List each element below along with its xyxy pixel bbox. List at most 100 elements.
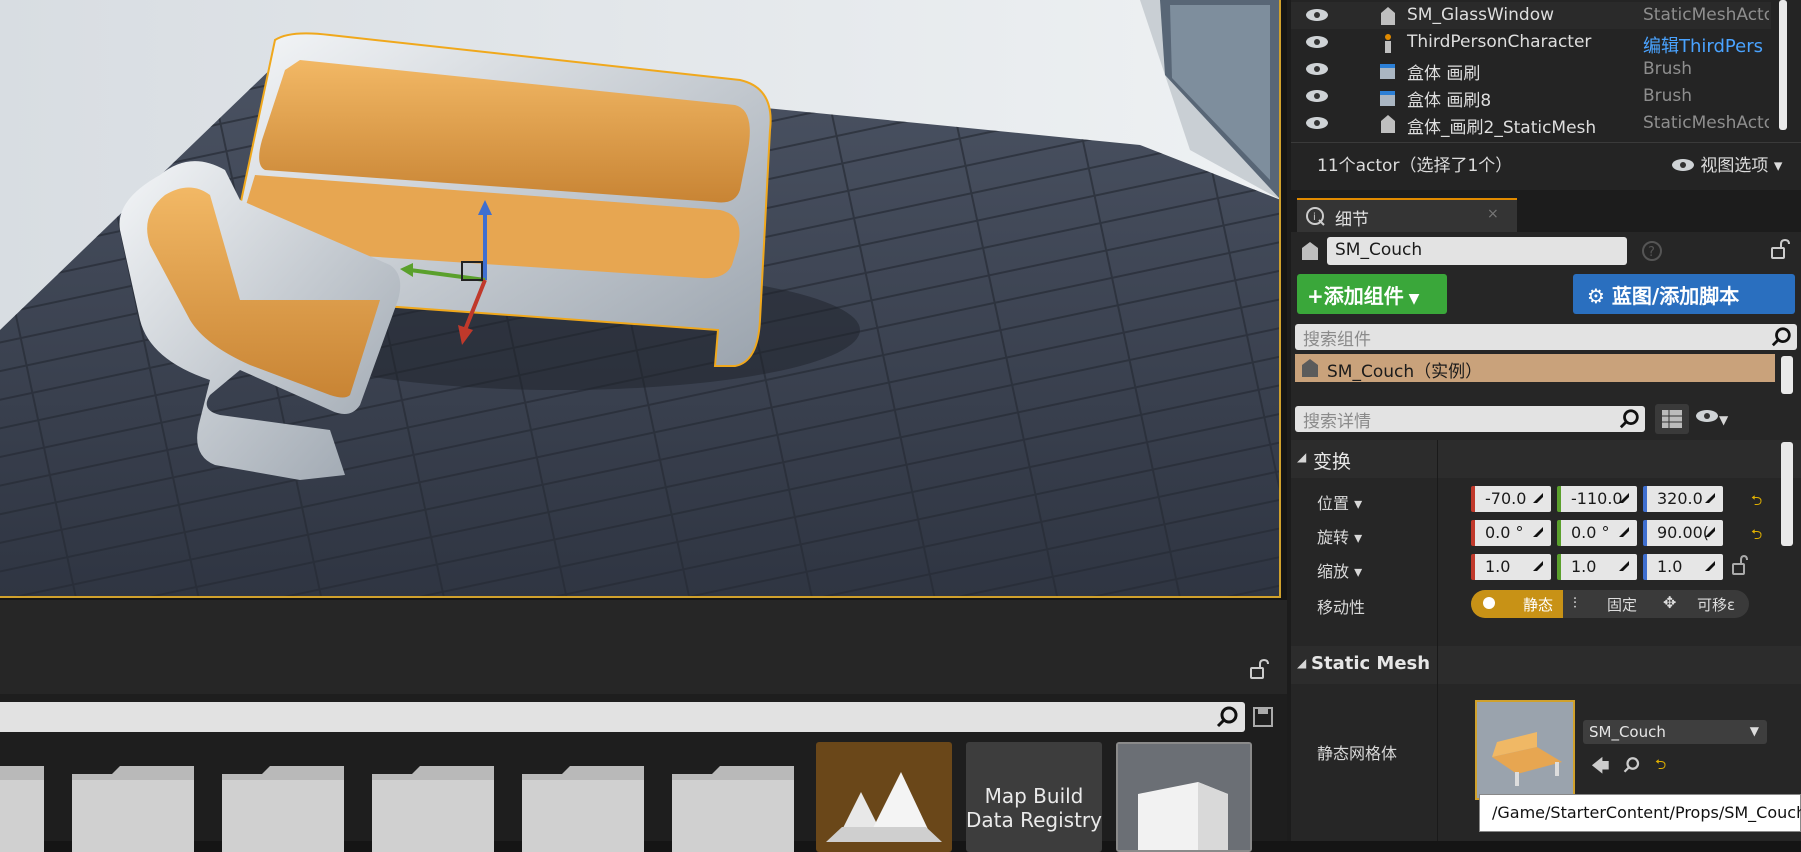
lock-icon[interactable]: [1731, 554, 1749, 576]
static-mesh-label: 静态网格体: [1317, 744, 1398, 763]
folder-icon[interactable]: [522, 762, 644, 852]
property-matrix-button[interactable]: [1655, 404, 1689, 434]
chevron-down-icon: ▼: [1749, 724, 1759, 738]
outliner-row[interactable]: 盒体 画刷 Brush: [1291, 56, 1771, 84]
search-components-input[interactable]: 搜索组件: [1295, 324, 1797, 350]
rotation-x-field[interactable]: 0.0 °: [1471, 520, 1551, 546]
drag-icon: [1533, 561, 1543, 571]
asset-tile-map-build-data[interactable]: Map Build Data Registry: [966, 742, 1102, 852]
details-scrollbar[interactable]: [1781, 442, 1793, 546]
plus-icon: +: [1307, 284, 1324, 308]
asset-tile-landscape[interactable]: [816, 742, 952, 852]
info-icon: i: [1306, 207, 1325, 226]
outliner-item-name: SM_GlassWindow: [1407, 5, 1555, 25]
drag-icon: [1619, 561, 1629, 571]
save-icon[interactable]: [1252, 706, 1274, 728]
location-y-value: -110.0: [1571, 489, 1623, 508]
rotation-z-value: 90.00(: [1657, 523, 1710, 542]
location-z-field[interactable]: 320.0: [1643, 486, 1723, 512]
search-icon[interactable]: [1623, 756, 1641, 774]
component-scrollbar[interactable]: [1781, 356, 1793, 394]
outliner-item-name: 盒体 画刷: [1407, 64, 1481, 84]
tab-details[interactable]: i 细节 ×: [1297, 198, 1517, 232]
drag-icon: [1619, 493, 1629, 503]
mobility-movable-option[interactable]: ✥ 可移ε: [1655, 590, 1749, 618]
lock-icon[interactable]: [1248, 658, 1270, 680]
scale-z-field[interactable]: 1.0: [1643, 554, 1723, 580]
folder-icon[interactable]: [72, 762, 194, 852]
scale-x-value: 1.0: [1485, 557, 1511, 576]
eye-icon[interactable]: [1305, 34, 1329, 50]
static-mesh-icon: [1381, 7, 1395, 25]
asset-tile-static-mesh[interactable]: [1116, 742, 1252, 852]
static-mesh-dropdown[interactable]: SM_Couch ▼: [1583, 720, 1767, 744]
location-y-field[interactable]: -110.0: [1557, 486, 1637, 512]
scale-y-field[interactable]: 1.0: [1557, 554, 1637, 580]
eye-icon[interactable]: [1305, 115, 1329, 131]
close-icon[interactable]: ×: [1487, 206, 1499, 222]
details-panel: SM_Couch ? +添加组件 ▼ ⚙ 蓝图/添加脚本 搜索组件 SM_Cou…: [1291, 232, 1801, 841]
sliders-icon: ⫶: [1573, 594, 1577, 612]
character-icon: [1385, 34, 1391, 53]
eye-icon[interactable]: [1305, 88, 1329, 104]
folder-icon[interactable]: [222, 762, 344, 852]
reset-arrow-icon[interactable]: ⮌: [1751, 524, 1765, 543]
drag-icon: [1533, 527, 1543, 537]
eye-icon: [1696, 410, 1718, 422]
folder-icon[interactable]: [372, 762, 494, 852]
lock-icon[interactable]: [1769, 238, 1791, 260]
scale-label[interactable]: 缩放 ▾: [1317, 558, 1362, 582]
outliner-row[interactable]: SM_GlassWindow StaticMeshActo: [1291, 2, 1771, 29]
world-outliner: SM_GlassWindow StaticMeshActo ThirdPerso…: [1291, 0, 1801, 190]
folder-icon[interactable]: [672, 762, 794, 852]
visibility-filter-button[interactable]: ▼: [1695, 408, 1735, 432]
section-transform-header[interactable]: ◢ 变换: [1291, 440, 1801, 478]
eye-icon[interactable]: [1305, 7, 1329, 23]
brush-icon: [1380, 91, 1395, 106]
view-options-label: 视图选项: [1700, 156, 1769, 176]
actor-name-input[interactable]: SM_Couch: [1327, 237, 1627, 265]
collapse-icon: ◢: [1297, 656, 1307, 670]
mobility-label: 移动性: [1317, 598, 1366, 617]
add-component-button[interactable]: +添加组件 ▼: [1297, 274, 1447, 314]
component-tree-item[interactable]: SM_Couch（实例）: [1295, 354, 1775, 382]
outliner-scrollbar[interactable]: [1779, 0, 1787, 130]
rotation-z-field[interactable]: 90.00(: [1643, 520, 1723, 546]
arrow-left-icon[interactable]: 🡄: [1591, 754, 1610, 784]
actor-icon: [1302, 359, 1318, 377]
reset-arrow-icon[interactable]: ⮌: [1655, 754, 1666, 778]
outliner-item-type: StaticMeshActo: [1643, 113, 1769, 133]
outliner-row[interactable]: 盒体 画刷8 Brush: [1291, 83, 1771, 111]
outliner-row[interactable]: ThirdPersonCharacter 编辑ThirdPers: [1291, 29, 1771, 58]
location-label[interactable]: 位置 ▾: [1317, 490, 1362, 514]
component-root-label: SM_Couch（实例）: [1327, 362, 1483, 382]
help-icon[interactable]: ?: [1641, 240, 1663, 262]
search-icon: [1771, 327, 1791, 347]
static-mesh-thumbnail[interactable]: [1475, 700, 1575, 800]
mobility-stationary-option[interactable]: ⫶ 固定: [1565, 590, 1653, 618]
tab-details-label: 细节: [1335, 210, 1369, 230]
section-static-mesh-header[interactable]: ◢ Static Mesh: [1291, 646, 1801, 684]
asset-path-tooltip: /Game/StarterContent/Props/SM_Couch: [1479, 794, 1801, 832]
reset-arrow-icon[interactable]: ⮌: [1751, 490, 1765, 509]
mobility-static-option[interactable]: 静态: [1471, 590, 1563, 618]
blueprint-script-button[interactable]: ⚙ 蓝图/添加脚本: [1573, 274, 1795, 314]
right-panels: SM_GlassWindow StaticMeshActo ThirdPerso…: [1287, 0, 1801, 841]
view-options-button[interactable]: 视图选项 ▾: [1671, 151, 1782, 176]
eye-icon[interactable]: [1305, 61, 1329, 77]
rotation-label[interactable]: 旋转 ▾: [1317, 524, 1362, 548]
search-details-input[interactable]: 搜索详情: [1295, 406, 1645, 432]
location-z-value: 320.0: [1657, 489, 1703, 508]
mobility-movable-label: 可移ε: [1697, 596, 1736, 614]
outliner-row[interactable]: 盒体_画刷2_StaticMesh StaticMeshActo: [1291, 110, 1771, 138]
asset-search-input[interactable]: [0, 702, 1245, 732]
folder-icon[interactable]: [0, 762, 44, 852]
outliner-item-type-link[interactable]: 编辑ThirdPers: [1643, 32, 1769, 58]
move-icon: ✥: [1663, 593, 1677, 612]
radio-icon: [1483, 597, 1495, 609]
scale-x-field[interactable]: 1.0: [1471, 554, 1551, 580]
rotation-y-field[interactable]: 0.0 °: [1557, 520, 1637, 546]
location-x-field[interactable]: -70.0: [1471, 486, 1551, 512]
level-viewport[interactable]: [0, 0, 1281, 598]
asset-path-text: /Game/StarterContent/Props/SM_Couch: [1492, 803, 1801, 822]
